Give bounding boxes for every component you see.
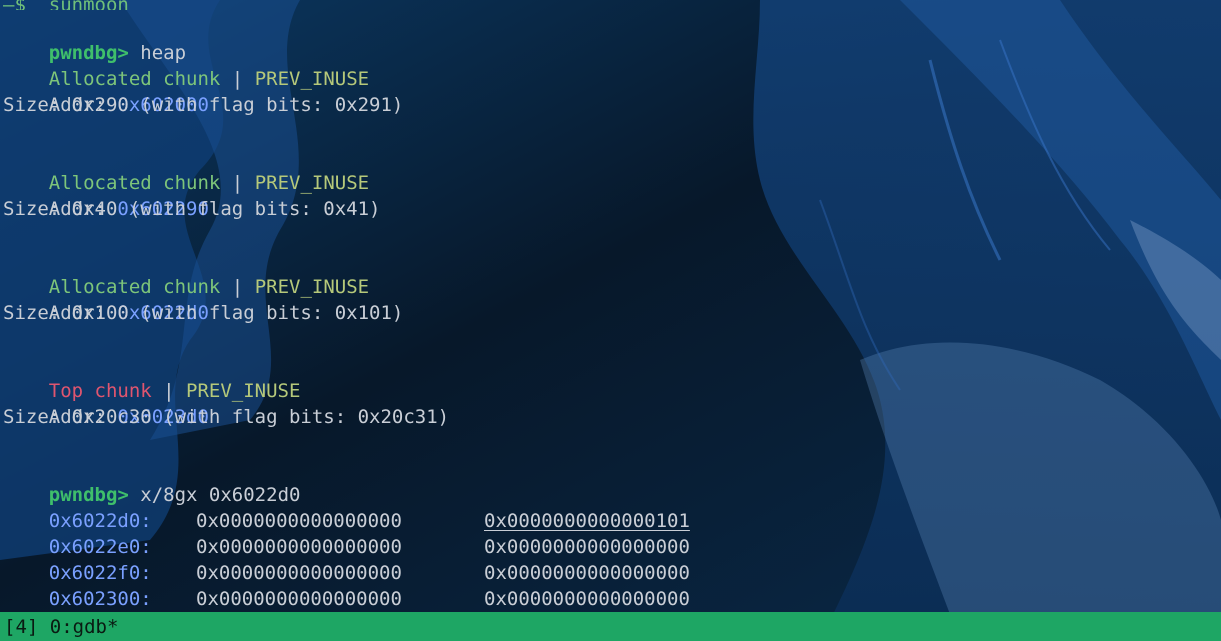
chunk-flag: PREV_INUSE (254, 276, 370, 298)
active-prompt-line[interactable]: pwndbg> (3, 586, 144, 637)
chunk-separator: | (220, 172, 255, 194)
window-tab-gdb[interactable]: [4] 0:gdb* (4, 614, 118, 640)
chunk-addr: Addr: 0x6023d0 (3, 378, 209, 428)
memory-value: 0x0000000000000000 (196, 588, 402, 610)
top-chunk-header: Top chunk | PREV_INUSE (3, 352, 301, 402)
chunk-header: Allocated chunk | PREV_INUSE (3, 40, 369, 90)
chunk-separator: | (220, 276, 255, 298)
heap-command-line: pwndbg> heap (3, 14, 186, 64)
chunk-size: Size: 0x100 (with flag bits: 0x101) (3, 302, 404, 324)
tmux-status-bar: [4] 0:gdb* (0, 612, 1221, 641)
memory-row: 0x6022e0: 0x0000000000000000 0x00000000000… (3, 508, 1003, 558)
memory-row: 0x6022d0: 0x0000000000000000 0x00000000000… (3, 482, 1003, 532)
chunk-header: Allocated chunk | PREV_INUSE (3, 248, 369, 298)
chunk-size: Size: 0x290 (with flag bits: 0x291) (3, 94, 404, 116)
memory-row: 0x6022f0: 0x0000000000000000 0x00000000000… (3, 534, 1003, 584)
terminal-pane[interactable]: —$ sunmoon pwndbg> heap Allocated chunk … (3, 0, 1218, 637)
chunk-header: Allocated chunk | PREV_INUSE (3, 144, 369, 194)
memory-row: 0x602300: 0x0000000000000000 0x00000000000… (3, 560, 1003, 610)
chunk-addr: Addr: 0x602290 (3, 170, 209, 220)
chunk-addr: Addr: 0x6022d0 (3, 274, 209, 324)
memory-value: 0x0000000000000000 (484, 588, 690, 610)
chunk-size: Size: 0x20c30 (with flag bits: 0x20c31) (3, 406, 450, 428)
chunk-flag: PREV_INUSE (254, 172, 370, 194)
chunk-separator: | (220, 68, 255, 90)
chunk-size: Size: 0x40 (with flag bits: 0x41) (3, 198, 381, 220)
chunk-addr: Addr: 0x602000 (3, 66, 209, 116)
previous-prompt-fragment: —$ sunmoon (3, 0, 129, 10)
examine-command-line: pwndbg> x/8gx 0x6022d0 (3, 456, 301, 506)
chunk-flag: PREV_INUSE (254, 68, 370, 90)
